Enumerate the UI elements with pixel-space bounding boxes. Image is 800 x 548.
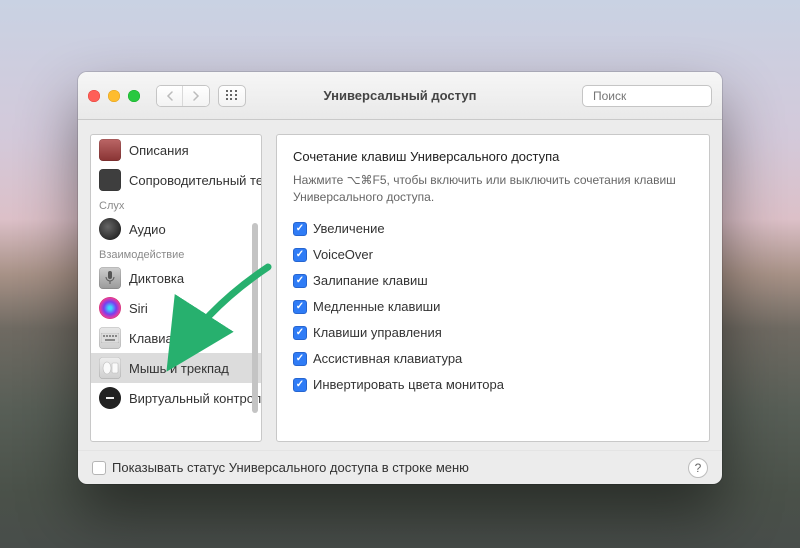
option-label: Клавиши управления: [313, 325, 442, 340]
checkbox-checked-icon[interactable]: [293, 352, 307, 366]
nav-segment: [156, 85, 210, 107]
window-controls: [88, 90, 140, 102]
toolbar: Универсальный доступ: [78, 72, 722, 120]
sidebar-section-hearing: Слух: [91, 195, 261, 214]
sidebar-item-label: Описания: [129, 143, 189, 158]
option-label: VoiceOver: [313, 247, 373, 262]
sidebar-item-mouse-trackpad[interactable]: Мышь и трекпад: [91, 353, 261, 383]
show-status-checkbox[interactable]: [92, 461, 106, 475]
speaker-icon: [99, 218, 121, 240]
search-input[interactable]: [593, 89, 722, 103]
search-field-wrap[interactable]: [582, 85, 712, 107]
sidebar: Описания Сопроводительный текст Слух Ауд…: [90, 134, 262, 442]
checkbox-checked-icon[interactable]: [293, 248, 307, 262]
checkbox-checked-icon[interactable]: [293, 378, 307, 392]
switch-control-icon: [99, 387, 121, 409]
zoom-window-button[interactable]: [128, 90, 140, 102]
sidebar-item-label: Клавиатура: [129, 331, 199, 346]
question-icon: ?: [695, 461, 702, 475]
minimize-window-button[interactable]: [108, 90, 120, 102]
option-label: Ассистивная клавиатура: [313, 351, 462, 366]
body: Описания Сопроводительный текст Слух Ауд…: [78, 120, 722, 450]
mouse-icon: [99, 357, 121, 379]
sidebar-item-label: Мышь и трекпад: [129, 361, 229, 376]
option-voiceover[interactable]: VoiceOver: [293, 244, 693, 266]
option-invert-colors[interactable]: Инвертировать цвета монитора: [293, 374, 693, 396]
help-button[interactable]: ?: [688, 458, 708, 478]
back-button[interactable]: [157, 86, 183, 106]
content-panel: Сочетание клавиш Универсального доступа …: [276, 134, 710, 442]
sidebar-item-label: Диктовка: [129, 271, 184, 286]
option-label: Увеличение: [313, 221, 385, 236]
footer: Показывать статус Универсального доступа…: [78, 450, 722, 484]
subtitles-icon: [99, 169, 121, 191]
option-label: Медленные клавиши: [313, 299, 440, 314]
sidebar-item-audio[interactable]: Аудио: [91, 214, 261, 244]
sidebar-item-siri[interactable]: Siri: [91, 293, 261, 323]
preferences-window: Универсальный доступ Описания Сопроводит…: [78, 72, 722, 484]
option-label: Залипание клавиш: [313, 273, 428, 288]
option-assistive-keyboard[interactable]: Ассистивная клавиатура: [293, 348, 693, 370]
content-subtext: Нажмите ⌥⌘F5, чтобы включить или выключи…: [293, 172, 693, 206]
option-slow-keys[interactable]: Медленные клавиши: [293, 296, 693, 318]
checkbox-checked-icon[interactable]: [293, 326, 307, 340]
option-mouse-keys[interactable]: Клавиши управления: [293, 322, 693, 344]
sidebar-item-descriptions[interactable]: Описания: [91, 135, 261, 165]
sidebar-item-label: Сопроводительный текст: [129, 173, 261, 188]
sidebar-item-label: Аудио: [129, 222, 166, 237]
descriptions-icon: [99, 139, 121, 161]
microphone-icon: [99, 267, 121, 289]
forward-button[interactable]: [183, 86, 209, 106]
sidebar-item-label: Siri: [129, 301, 148, 316]
keyboard-icon: [99, 327, 121, 349]
option-zoom[interactable]: Увеличение: [293, 218, 693, 240]
sidebar-item-label: Виртуальный контроллер: [129, 391, 261, 406]
sidebar-section-interaction: Взаимодействие: [91, 244, 261, 263]
grid-icon: [226, 90, 238, 102]
sidebar-item-keyboard[interactable]: Клавиатура: [91, 323, 261, 353]
show-status-label: Показывать статус Универсального доступа…: [112, 460, 469, 475]
option-label: Инвертировать цвета монитора: [313, 377, 504, 392]
sidebar-scrollbar[interactable]: [251, 165, 259, 437]
show-all-button[interactable]: [218, 85, 246, 107]
chevron-right-icon: [192, 91, 200, 101]
checkbox-checked-icon[interactable]: [293, 222, 307, 236]
siri-icon: [99, 297, 121, 319]
sidebar-item-dictation[interactable]: Диктовка: [91, 263, 261, 293]
close-window-button[interactable]: [88, 90, 100, 102]
sidebar-item-virtual-controller[interactable]: Виртуальный контроллер: [91, 383, 261, 413]
checkbox-checked-icon[interactable]: [293, 274, 307, 288]
scrollbar-thumb[interactable]: [252, 223, 258, 413]
option-sticky-keys[interactable]: Залипание клавиш: [293, 270, 693, 292]
chevron-left-icon: [166, 91, 174, 101]
content-heading: Сочетание клавиш Универсального доступа: [293, 149, 693, 164]
sidebar-item-subtitles[interactable]: Сопроводительный текст: [91, 165, 261, 195]
checkbox-checked-icon[interactable]: [293, 300, 307, 314]
